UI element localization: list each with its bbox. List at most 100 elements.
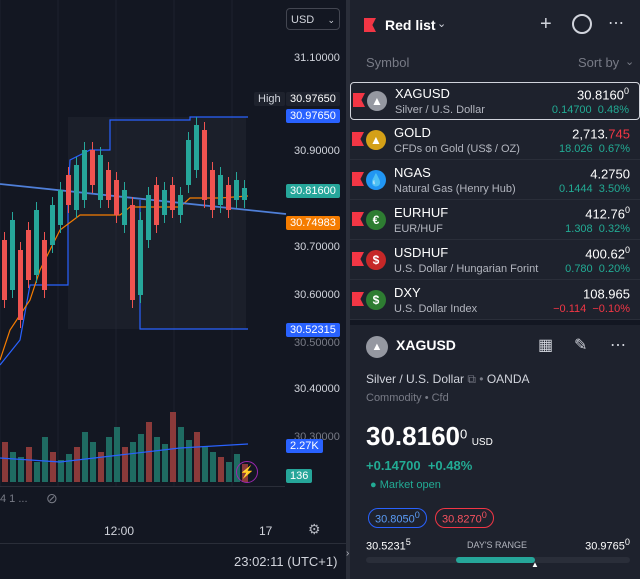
row-change-pct: 0.20% (598, 263, 630, 275)
row-change-pct: 0.67% (598, 143, 630, 155)
silver-logo-icon: ▲ (366, 336, 388, 358)
row-price-main: 412.76 (585, 206, 625, 222)
eurhuf-logo-icon: € (366, 210, 386, 230)
lightning-icon[interactable]: ⚡ (236, 461, 258, 483)
silver-logo-icon: ▲ (367, 91, 387, 111)
watchlist-row[interactable]: ▲ GOLD CFDs on Gold (US$ / OZ) 2,713.745 18.… (350, 122, 640, 160)
ask-badge[interactable]: 30.82700 (435, 508, 494, 528)
watchlist-row[interactable]: € EURHUF EUR/HUF 412.760 1.308 0.32% (350, 202, 640, 240)
gold-logo-icon: ▲ (366, 130, 386, 150)
row-price-main: 400.6 (585, 246, 618, 262)
more-options-icon[interactable]: ⋯ (610, 335, 626, 355)
pie-chart-icon[interactable] (572, 14, 592, 34)
time-axis-label: 12:00 (104, 524, 135, 538)
row-change: 18.026 0.67% (559, 143, 630, 155)
gas-logo-icon: 💧 (366, 170, 386, 190)
external-link-icon[interactable]: ⧉ (467, 372, 476, 386)
detail-symbol[interactable]: XAGUSD (396, 337, 456, 353)
ask-sup: 0 (481, 510, 487, 520)
row-price: 2,713.745 (572, 125, 630, 141)
row-symbol: EURHUF (394, 205, 449, 220)
row-price: 30.81600 (577, 86, 629, 102)
detail-change-pct: +0.48% (427, 458, 473, 473)
chart-area[interactable]: USD ⌄ 31.10000 High 30.97650 30.97650 30.… (0, 0, 346, 579)
row-change-pct: −0.10% (592, 303, 630, 315)
watchlist-title[interactable]: Red list (385, 17, 436, 33)
eye-off-icon[interactable]: ⊘ (46, 490, 58, 507)
price-axis-label: 30.50000 (294, 337, 340, 349)
bullet: • (479, 372, 484, 386)
add-symbol-icon[interactable]: + (540, 13, 552, 36)
dxy-logo-icon: $ (366, 290, 386, 310)
watchlist-row[interactable]: $ DXY U.S. Dollar Index 108.965 −0.114 −0.10… (350, 282, 640, 320)
range-low-sup: 5 (405, 537, 411, 547)
price-axis-label: 30.70000 (294, 241, 340, 253)
red-flag-icon[interactable] (353, 93, 365, 107)
row-change-pct: 0.32% (598, 223, 630, 235)
row-price: 412.760 (585, 205, 630, 221)
row-price-main: 30.81 (576, 87, 610, 103)
row-symbol: DXY (394, 285, 421, 300)
row-price-highlight: 2 (617, 246, 625, 262)
volume-tag: 2.27K (286, 439, 323, 453)
detail-types: Commodity • Cfd (366, 392, 449, 404)
row-description: Silver / U.S. Dollar (395, 104, 485, 116)
usdhuf-logo-icon: $ (366, 250, 386, 270)
sort-by-button[interactable]: Sort by (578, 55, 619, 70)
range-high: 30.97650 (585, 537, 630, 553)
chevron-down-icon[interactable]: ⌄ (625, 55, 634, 68)
red-flag-icon[interactable] (352, 132, 364, 146)
row-description: U.S. Dollar Index (394, 303, 478, 315)
green-value-tag: 136 (286, 469, 313, 483)
row-change-abs: −0.114 (553, 303, 587, 315)
row-description: EUR/HUF (394, 223, 443, 235)
range-bar: ▲ (366, 557, 630, 569)
chevron-down-icon[interactable]: ⌄ (437, 17, 446, 30)
row-price-sup: 0 (623, 86, 629, 96)
edit-icon[interactable]: ✎ (574, 335, 587, 355)
settings-gear-icon[interactable]: ⚙ (308, 521, 321, 538)
row-change-abs: 1.308 (565, 223, 593, 235)
range-marker-icon: ▲ (530, 560, 539, 569)
detail-type-2: Cfd (431, 392, 449, 404)
row-change: 0.780 0.20% (565, 263, 630, 275)
detail-price-highlight: 60 (431, 421, 460, 451)
layout-grid-icon[interactable]: ▦ (538, 335, 553, 355)
detail-price-main: 30.81 (366, 421, 432, 451)
bid-badge[interactable]: 30.80500 (368, 508, 427, 528)
market-status-label: Market open (379, 479, 441, 491)
row-change-abs: 0.14700 (551, 104, 592, 116)
detail-change: +0.14700 +0.48% (366, 458, 472, 473)
row-change: 1.308 0.32% (565, 223, 630, 235)
currency-select[interactable]: USD ⌄ (286, 8, 340, 30)
row-change-abs: 0.1444 (559, 183, 593, 195)
row-change: −0.114 −0.10% (553, 303, 630, 315)
divider (0, 543, 346, 544)
price-axis-label: 30.60000 (294, 289, 340, 301)
more-options-icon[interactable]: ⋯ (608, 13, 624, 33)
watchlist-row[interactable]: ▲ XAGUSD Silver / U.S. Dollar 30.81600 0.147… (350, 82, 640, 120)
row-price: 4.2750 (590, 165, 630, 181)
detail-description-line: Silver / U.S. Dollar ⧉ • OANDA (366, 372, 530, 387)
red-flag-icon[interactable] (352, 252, 364, 266)
high-label: High (254, 92, 285, 106)
range-low: 30.52315 (366, 537, 411, 553)
status-dot-icon: ● (370, 479, 377, 491)
watchlist-row[interactable]: 💧 NGAS Natural Gas (Henry Hub) 4.2750 0.1444… (350, 162, 640, 200)
row-price-main: 4.27 (590, 166, 616, 182)
red-flag-icon[interactable] (352, 172, 364, 186)
row-change-pct: 3.50% (598, 183, 630, 195)
row-price-highlight: 5 (622, 286, 630, 302)
row-price: 108.965 (583, 285, 630, 301)
detail-description[interactable]: Silver / U.S. Dollar (366, 372, 464, 386)
red-flag-icon[interactable] (352, 212, 364, 226)
detail-price-sup: 0 (460, 426, 468, 442)
range-low-value: 30.5231 (366, 540, 406, 553)
row-price-highlight: 60 (609, 87, 624, 103)
range-fill (455, 557, 535, 563)
row-price-main: 2,713. (572, 126, 609, 142)
collapse-arrow-icon[interactable]: › (346, 548, 349, 559)
red-flag-icon[interactable] (352, 292, 364, 306)
watchlist-row[interactable]: $ USDHUF U.S. Dollar / Hungarian Forint 400… (350, 242, 640, 280)
price-axis-label: 31.10000 (294, 52, 340, 64)
